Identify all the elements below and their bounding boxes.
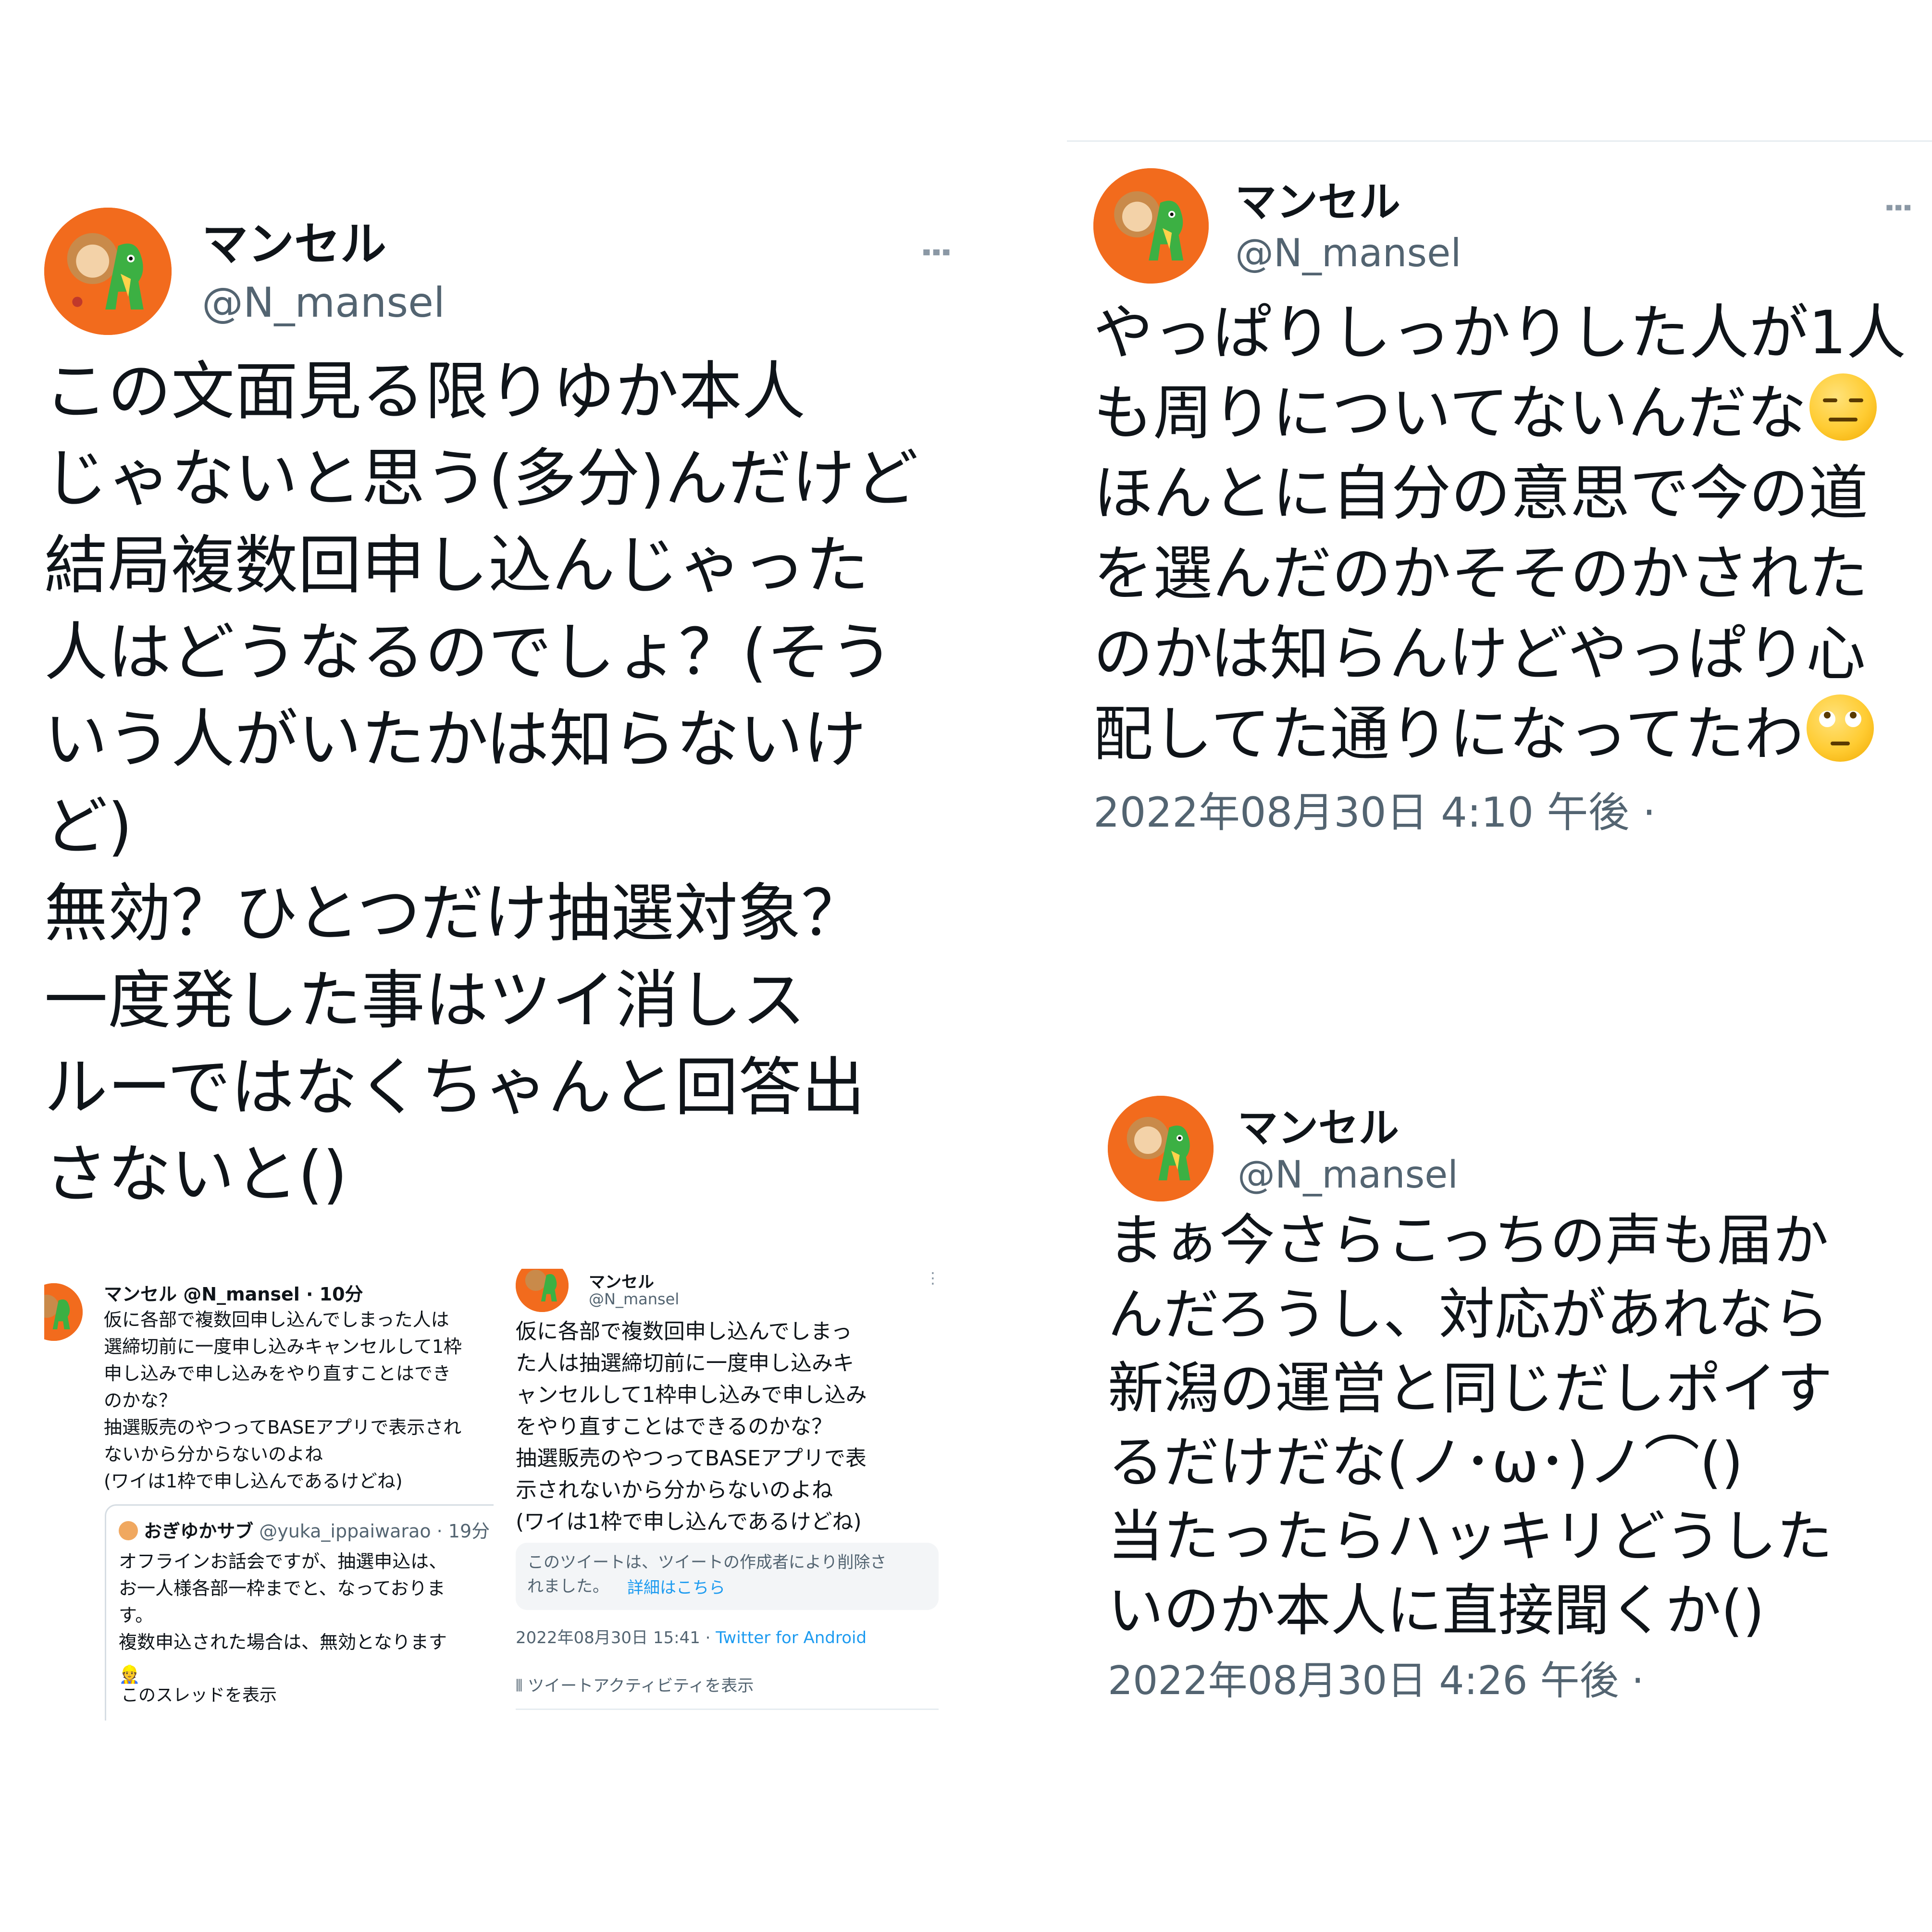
user-handle[interactable]: @N_mansel xyxy=(1238,1153,1458,1197)
tweet-text: 仮に各部で複数回申し込んでしまった人は 選締切前に一度申し込みキャンセルして1枠… xyxy=(104,1309,462,1492)
quote-author: おぎゆかサブ @yuka_ippaiwarao · 19分 xyxy=(119,1516,490,1543)
tweet-line: を選んだのかそそのかされた xyxy=(1093,539,1869,609)
tweet-line: 配してた通りになってたわ xyxy=(1093,694,1920,775)
tweet-activity-link[interactable]: ⫴ ツイートアクティビティを表示 xyxy=(516,1672,754,1696)
display-name[interactable]: マンセル xyxy=(1238,1096,1399,1154)
tweet-line: のかは知らんけどやっぱり心 xyxy=(1093,619,1866,689)
face-with-rolling-eyes-icon xyxy=(1807,694,1874,762)
tweet-text: まぁ今さらこっちの声も届か んだろうし、対応があれなら 新潟の運営と同じだしポイ… xyxy=(1108,1208,1833,1643)
user-handle: @N_mansel xyxy=(589,1290,680,1308)
user-handle[interactable]: @N_mansel xyxy=(202,279,445,327)
dinosaur-avatar-icon xyxy=(516,1269,569,1312)
client-link[interactable]: Twitter for Android xyxy=(716,1628,867,1647)
quote-avatar-icon xyxy=(119,1521,138,1540)
user-avatar[interactable] xyxy=(44,208,172,335)
user-handle[interactable]: @N_mansel xyxy=(1235,231,1461,275)
expressionless-face-icon xyxy=(1809,373,1877,441)
tweet-line-text: も周りについてないんだな xyxy=(1093,379,1807,448)
tweet-line: ほんとに自分の意思で今の道 xyxy=(1093,459,1869,529)
tweet-timestamp: 2022年08月30日 15:41 · Twitter for Android xyxy=(516,1624,867,1648)
activity-text: ツイートアクティビティを表示 xyxy=(528,1676,754,1696)
more-options-icon[interactable]: ⋮ xyxy=(1880,192,1916,223)
embedded-screenshot-a: マンセル @N_mansel · 10分 仮に各部で複数回申し込んでしまった人は… xyxy=(44,1269,494,1721)
tweet-line-text: 配してた通りになってたわ xyxy=(1093,700,1804,769)
display-name: マンセル xyxy=(589,1273,654,1292)
tweet-text: この文面見る限りゆか本人 じゃないと思う(多分)んだけど 結局複数回申し込んじゃ… xyxy=(44,355,918,1212)
quote-author-handle: @yuka_ippaiwarao · 19分 xyxy=(259,1521,490,1542)
display-name[interactable]: マンセル xyxy=(1235,168,1400,228)
display-name[interactable]: マンセル xyxy=(202,207,386,273)
tweet-text: やっぱりしっかりした人が1人 も周りについてないんだな ほんとに自分の意思で今の… xyxy=(1093,293,1920,775)
dinosaur-avatar-icon xyxy=(1093,168,1209,284)
deleted-quote-notice: このツイートは、ツイートの作成者により削除さ れました。 詳細はこちら xyxy=(516,1543,939,1610)
divider xyxy=(516,1709,939,1710)
tweet-header: マンセル @N_mansel · 10分 xyxy=(104,1284,363,1305)
quote-author-name: おぎゆかサブ xyxy=(144,1521,254,1542)
dinosaur-avatar-icon xyxy=(1108,1096,1214,1201)
dinosaur-avatar-icon xyxy=(44,208,172,335)
show-thread-link[interactable]: このスレッドを表示 xyxy=(121,1681,277,1706)
tweet-line: も周りについてないんだな xyxy=(1093,373,1920,454)
top-divider xyxy=(1067,140,1932,142)
user-avatar xyxy=(44,1283,83,1341)
user-avatar[interactable] xyxy=(1093,168,1209,284)
user-avatar xyxy=(516,1269,569,1312)
tweet-text: 仮に各部で複数回申し込んでしまっ た人は抽選締切前に一度申し込みキ ャンセルして… xyxy=(516,1319,867,1534)
analytics-icon: ⫴ xyxy=(516,1676,528,1696)
timestamp-text: 2022年08月30日 15:41 · xyxy=(516,1628,716,1647)
tweet-timestamp[interactable]: 2022年08月30日 4:26 午後 · xyxy=(1108,1648,1644,1706)
dinosaur-avatar-icon xyxy=(44,1283,83,1341)
tweet-line: やっぱりしっかりした人が1人 xyxy=(1093,298,1906,368)
tweet-timestamp[interactable]: 2022年08月30日 4:10 午後 · xyxy=(1093,779,1656,839)
user-avatar[interactable] xyxy=(1108,1096,1214,1201)
quote-text: オフラインお話会ですが、抽選申込は、 お一人様各部一枠までと、なっておりま す。… xyxy=(119,1551,447,1653)
more-options-icon[interactable]: ⋮ xyxy=(925,1269,941,1287)
details-link[interactable]: 詳細はこちら xyxy=(627,1574,725,1598)
more-options-icon[interactable]: ⋮ xyxy=(916,235,956,269)
embedded-screenshot-b: マンセル @N_mansel ⋮ 仮に各部で複数回申し込んでしまっ た人は抽選締… xyxy=(502,1269,949,1721)
